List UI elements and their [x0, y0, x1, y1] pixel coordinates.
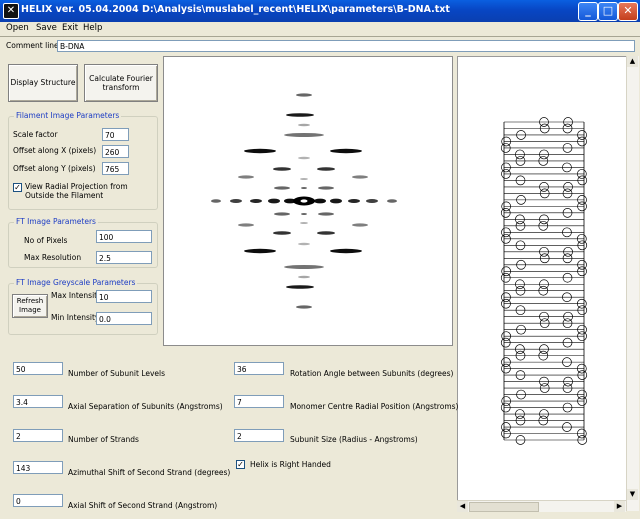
scale-factor-input[interactable]: 70	[102, 128, 129, 141]
strands-input[interactable]: 2	[13, 429, 63, 442]
menu-help[interactable]: Help	[83, 23, 102, 33]
menu-separator	[0, 36, 640, 37]
scroll-down-icon[interactable]: ▼	[627, 489, 638, 500]
azimuthal-shift-label: Azimuthal Shift of Second Strand (degree…	[68, 468, 231, 477]
max-resolution-label: Max Resolution	[24, 253, 82, 262]
pixels-input[interactable]: 100	[96, 230, 152, 243]
display-structure-button[interactable]: Display Structure	[8, 64, 78, 102]
greyscale-group-title: FT Image Greyscale Parameters	[14, 278, 138, 287]
maximize-button[interactable]: □	[598, 2, 618, 21]
comment-label: Comment line:	[6, 41, 62, 50]
axial-shift-input[interactable]: 0	[13, 494, 63, 507]
rotation-angle-label: Rotation Angle between Subunits (degrees…	[290, 369, 454, 378]
strands-label: Number of Strands	[68, 435, 139, 444]
scroll-right-icon[interactable]: ▶	[614, 501, 625, 512]
offset-y-label: Offset along Y (pixels)	[13, 164, 96, 173]
subunit-levels-input[interactable]: 50	[13, 362, 63, 375]
title-bar: ✕ HELIX ver. 05.04.2004 D:\Analysis\musl…	[0, 0, 640, 22]
diffraction-pattern	[211, 93, 397, 309]
pixels-label: No of Pixels	[24, 236, 68, 245]
menu-bar: Open Save Exit Help	[0, 22, 640, 36]
scale-factor-label: Scale factor	[13, 130, 58, 139]
refresh-image-button[interactable]: Refresh Image	[12, 294, 48, 318]
offset-x-label: Offset along X (pixels)	[13, 146, 97, 155]
calculate-fourier-button[interactable]: Calculate Fourier transform	[84, 64, 158, 102]
right-handed-checkbox[interactable]: ✓	[236, 460, 245, 469]
structure-display-panel	[457, 56, 628, 502]
window-title: HELIX ver. 05.04.2004 D:\Analysis\muslab…	[21, 4, 450, 15]
radial-projection-label: View Radial Projection from Outside the …	[25, 182, 128, 200]
max-intensity-label: Max Intensity	[51, 291, 102, 300]
min-intensity-input[interactable]: 0.0	[96, 312, 152, 325]
app-icon: ✕	[3, 3, 19, 19]
horizontal-scroll-thumb[interactable]	[469, 502, 539, 512]
subunit-size-input[interactable]: 2	[234, 429, 284, 442]
axial-separation-label: Axial Separation of Subunits (Angstroms)	[68, 402, 223, 411]
axial-separation-input[interactable]: 3.4	[13, 395, 63, 408]
close-button[interactable]: ✕	[618, 2, 638, 21]
axial-shift-label: Axial Shift of Second Strand (Angstrom)	[68, 501, 218, 510]
helix-structure-drawing	[500, 117, 588, 445]
monomer-radial-input[interactable]: 7	[234, 395, 284, 408]
rotation-angle-input[interactable]: 36	[234, 362, 284, 375]
comment-input[interactable]: B-DNA	[57, 40, 635, 52]
vertical-scrollbar[interactable]: ▲ ▼	[626, 56, 639, 511]
subunit-levels-label: Number of Subunit Levels	[68, 369, 166, 378]
scroll-up-icon[interactable]: ▲	[627, 56, 638, 67]
ft-group-title: FT Image Parameters	[14, 217, 98, 226]
offset-x-input[interactable]: 260	[102, 145, 129, 158]
max-resolution-input[interactable]: 2.5	[96, 251, 152, 264]
min-intensity-label: Min Intensity	[51, 313, 100, 322]
radial-projection-checkbox[interactable]: ✓	[13, 183, 22, 192]
minimize-button[interactable]: _	[578, 2, 598, 21]
offset-y-input[interactable]: 765	[102, 162, 129, 175]
horizontal-scrollbar[interactable]: ◀ ▶	[457, 500, 626, 512]
max-intensity-input[interactable]: 10	[96, 290, 152, 303]
menu-exit[interactable]: Exit	[62, 23, 78, 33]
scroll-left-icon[interactable]: ◀	[457, 501, 468, 512]
menu-open[interactable]: Open	[6, 23, 29, 33]
monomer-radial-label: Monomer Centre Radial Position (Angstrom…	[290, 402, 459, 411]
fourier-transform-panel	[163, 56, 453, 346]
filament-group-title: Filament Image Parameters	[14, 111, 122, 120]
azimuthal-shift-input[interactable]: 143	[13, 461, 63, 474]
right-handed-label: Helix is Right Handed	[250, 460, 331, 469]
subunit-size-label: Subunit Size (Radius - Angstroms)	[290, 435, 418, 444]
menu-save[interactable]: Save	[36, 23, 57, 33]
